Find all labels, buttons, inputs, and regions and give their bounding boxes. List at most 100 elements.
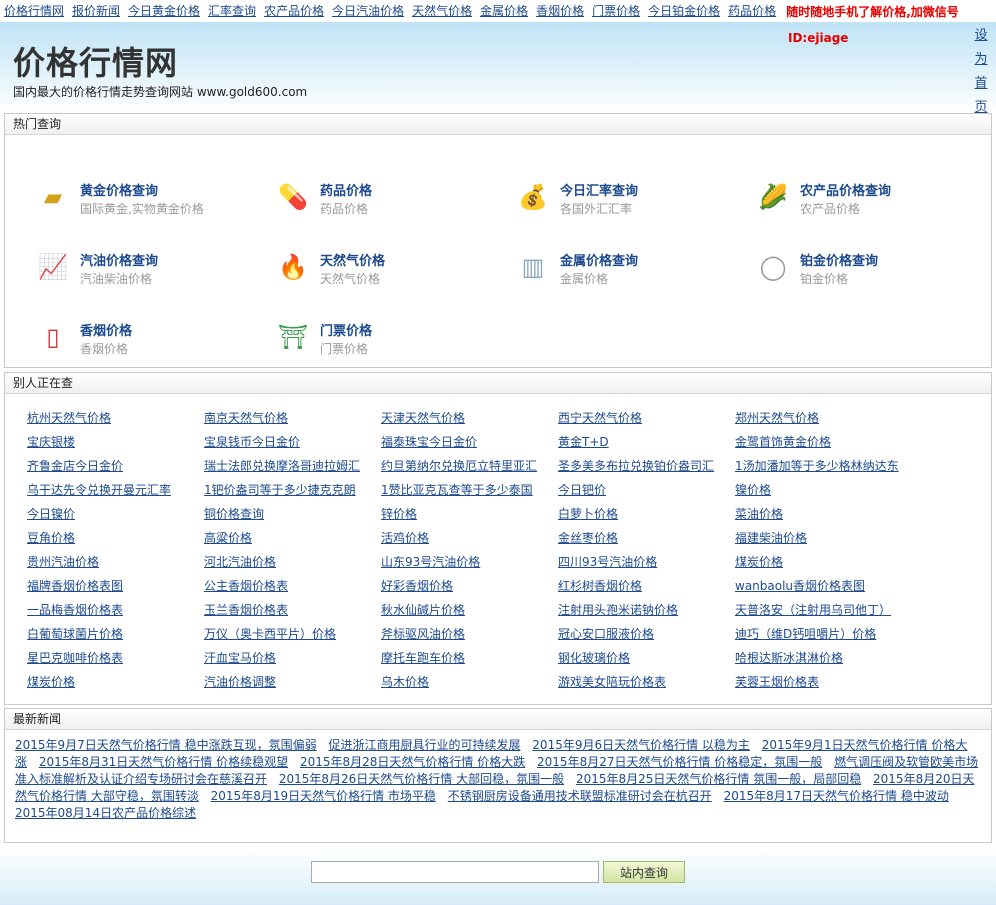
hot-query-item[interactable]: ◯ 铂金价格查询 铂金价格 [755, 244, 975, 294]
others-searching-link[interactable]: 福牌香烟价格表图 [27, 577, 123, 594]
hot-query-item[interactable]: ▰ 黄金价格查询 国际黄金,实物黄金价格 [35, 174, 255, 224]
others-searching-link[interactable]: 瑞士法郎兑换摩洛哥迪拉姆汇 [204, 457, 360, 474]
others-searching-link[interactable]: 1赞比亚克瓦查等于多少泰国 [381, 481, 533, 498]
others-searching-link[interactable]: 好彩香烟价格 [381, 577, 453, 594]
news-link[interactable]: 不锈钢厨房设备通用技术联盟标准研讨会在杭召开 [448, 789, 712, 803]
news-link[interactable]: 2015年8月28日天然气价格行情 价格大跌 [300, 755, 525, 769]
others-searching-link[interactable]: 汽油价格调整 [204, 673, 276, 690]
hot-query-link[interactable]: 黄金价格查询 [80, 180, 158, 199]
top-nav-link[interactable]: 药品价格 [724, 0, 780, 22]
others-searching-link[interactable]: 金丝枣价格 [558, 529, 618, 546]
others-searching-link[interactable]: 1汤加潘加等于多少格林纳达东 [735, 457, 899, 474]
hot-query-item[interactable]: 💊 药品价格 药品价格 [275, 174, 495, 224]
hot-query-item[interactable]: 💰 今日汇率查询 各国外汇汇率 [515, 174, 735, 224]
hot-query-item[interactable]: 🔥 天然气价格 天然气价格 [275, 244, 495, 294]
news-link[interactable]: 2015年8月27日天然气价格行情 价格稳定，氛围一般 [537, 755, 822, 769]
top-nav-link[interactable]: 门票价格 [588, 0, 644, 22]
news-link[interactable]: 2015年8月25日天然气价格行情 氛围一般，局部回稳 [576, 772, 861, 786]
news-link[interactable]: 2015年08月14日农产品价格综述 [15, 806, 196, 820]
hot-query-item[interactable]: ▥ 金属价格查询 金属价格 [515, 244, 735, 294]
others-searching-link[interactable]: 秋水仙碱片价格 [381, 601, 465, 618]
others-searching-link[interactable]: 星巴克咖啡价格表 [27, 649, 123, 666]
others-searching-link[interactable]: 今日镍价 [27, 505, 75, 522]
top-nav-link[interactable]: 今日铂金价格 [644, 0, 724, 22]
others-searching-link[interactable]: 活鸡价格 [381, 529, 429, 546]
others-searching-link[interactable]: 钢化玻璃价格 [558, 649, 630, 666]
news-link[interactable]: 促进浙江商用厨具行业的可持续发展 [328, 738, 520, 752]
others-searching-link[interactable]: 河北汽油价格 [204, 553, 276, 570]
others-searching-link[interactable]: 铜价格查询 [204, 505, 264, 522]
others-searching-link[interactable]: 金鹭首饰黄金价格 [735, 433, 831, 450]
others-searching-link[interactable]: 镍价格 [735, 481, 771, 498]
others-searching-link[interactable]: 郑州天然气价格 [735, 409, 819, 426]
others-searching-link[interactable]: 哈根达斯冰淇淋价格 [735, 649, 843, 666]
others-searching-link[interactable]: 天津天然气价格 [381, 409, 465, 426]
hot-query-link[interactable]: 药品价格 [320, 180, 372, 199]
others-searching-link[interactable]: 四川93号汽油价格 [558, 553, 657, 570]
others-searching-link[interactable]: 万仪（奥卡西平片）价格 [204, 625, 336, 642]
others-searching-link[interactable]: 游戏美女陪玩价格表 [558, 673, 666, 690]
others-searching-link[interactable]: wanbaolu香烟价格表图 [735, 577, 865, 594]
top-nav-link[interactable]: 汇率查询 [204, 0, 260, 22]
top-nav-link[interactable]: 天然气价格 [408, 0, 476, 22]
top-nav-link[interactable]: 今日汽油价格 [328, 0, 408, 22]
hot-query-link[interactable]: 农产品价格查询 [800, 180, 891, 199]
others-searching-link[interactable]: 西宁天然气价格 [558, 409, 642, 426]
hot-query-item[interactable]: 🌽 农产品价格查询 农产品价格 [755, 174, 975, 224]
hot-query-item[interactable]: ▯ 香烟价格 香烟价格 [35, 314, 255, 364]
site-title[interactable]: 价格行情网 [13, 38, 178, 84]
others-searching-link[interactable]: 乌干达先令兑换开曼元汇率 [27, 481, 171, 498]
others-searching-link[interactable]: 芙蓉王烟价格表 [735, 673, 819, 690]
others-searching-link[interactable]: 山东93号汽油价格 [381, 553, 480, 570]
others-searching-link[interactable]: 天普洛安（注射用乌司他丁） [735, 601, 891, 618]
others-searching-link[interactable]: 汗血宝马价格 [204, 649, 276, 666]
hot-query-link[interactable]: 铂金价格查询 [800, 250, 878, 269]
hot-query-link[interactable]: 天然气价格 [320, 250, 385, 269]
others-searching-link[interactable]: 乌木价格 [381, 673, 429, 690]
hot-query-link[interactable]: 今日汇率查询 [560, 180, 638, 199]
others-searching-link[interactable]: 圣多美多布拉兑换铂价盎司汇 [558, 457, 714, 474]
hot-query-link[interactable]: 汽油价格查询 [80, 250, 158, 269]
hot-query-link[interactable]: 香烟价格 [80, 320, 132, 339]
hot-query-link[interactable]: 金属价格查询 [560, 250, 638, 269]
top-nav-link[interactable]: 今日黄金价格 [124, 0, 204, 22]
others-searching-link[interactable]: 锌价格 [381, 505, 417, 522]
others-searching-link[interactable]: 约旦第纳尔兑换厄立特里亚汇 [381, 457, 537, 474]
others-searching-link[interactable]: 注射用头孢米诺钠价格 [558, 601, 678, 618]
others-searching-link[interactable]: 红杉树香烟价格 [558, 577, 642, 594]
others-searching-link[interactable]: 白萝卜价格 [558, 505, 618, 522]
others-searching-link[interactable]: 迪巧（维D钙咀嚼片）价格 [735, 625, 876, 642]
others-searching-link[interactable]: 一品梅香烟价格表 [27, 601, 123, 618]
others-searching-link[interactable]: 宝庆银楼 [27, 433, 75, 450]
top-nav-link[interactable]: 报价新闻 [68, 0, 124, 22]
others-searching-link[interactable]: 福泰珠宝今日金价 [381, 433, 477, 450]
hot-query-item[interactable]: 📈 汽油价格查询 汽油柴油价格 [35, 244, 255, 294]
others-searching-link[interactable]: 南京天然气价格 [204, 409, 288, 426]
others-searching-link[interactable]: 1钯价盎司等于多少捷克克朗 [204, 481, 356, 498]
others-searching-link[interactable]: 高粱价格 [204, 529, 252, 546]
news-link[interactable]: 2015年9月6日天然气价格行情 以稳为主 [532, 738, 750, 752]
others-searching-link[interactable]: 玉兰香烟价格表 [204, 601, 288, 618]
others-searching-link[interactable]: 宝泉钱币今日金价 [204, 433, 300, 450]
news-link[interactable]: 2015年8月31日天然气价格行情 价格续稳观望 [39, 755, 288, 769]
top-nav-link[interactable]: 香烟价格 [532, 0, 588, 22]
hot-query-link[interactable]: 门票价格 [320, 320, 372, 339]
others-searching-link[interactable]: 豆角价格 [27, 529, 75, 546]
site-search-button[interactable]: 站内查询 [603, 861, 685, 883]
others-searching-link[interactable]: 煤炭价格 [735, 553, 783, 570]
others-searching-link[interactable]: 齐鲁金店今日金价 [27, 457, 123, 474]
set-homepage-link[interactable]: 设为首页 [972, 24, 990, 120]
others-searching-link[interactable]: 公主香烟价格表 [204, 577, 288, 594]
site-search-input[interactable] [311, 861, 599, 883]
others-searching-link[interactable]: 白葡萄球菌片价格 [27, 625, 123, 642]
top-nav-link[interactable]: 农产品价格 [260, 0, 328, 22]
others-searching-link[interactable]: 今日钯价 [558, 481, 606, 498]
others-searching-link[interactable]: 杭州天然气价格 [27, 409, 111, 426]
others-searching-link[interactable]: 黄金T+D [558, 433, 609, 450]
news-link[interactable]: 2015年8月17日天然气价格行情 稳中波动 [724, 789, 949, 803]
others-searching-link[interactable]: 煤炭价格 [27, 673, 75, 690]
news-link[interactable]: 2015年8月19日天然气价格行情 市场平稳 [211, 789, 436, 803]
hot-query-item[interactable]: ⛩ 门票价格 门票价格 [275, 314, 495, 364]
news-link[interactable]: 2015年8月26日天然气价格行情 大部回稳，氛围一般 [279, 772, 564, 786]
others-searching-link[interactable]: 菜油价格 [735, 505, 783, 522]
